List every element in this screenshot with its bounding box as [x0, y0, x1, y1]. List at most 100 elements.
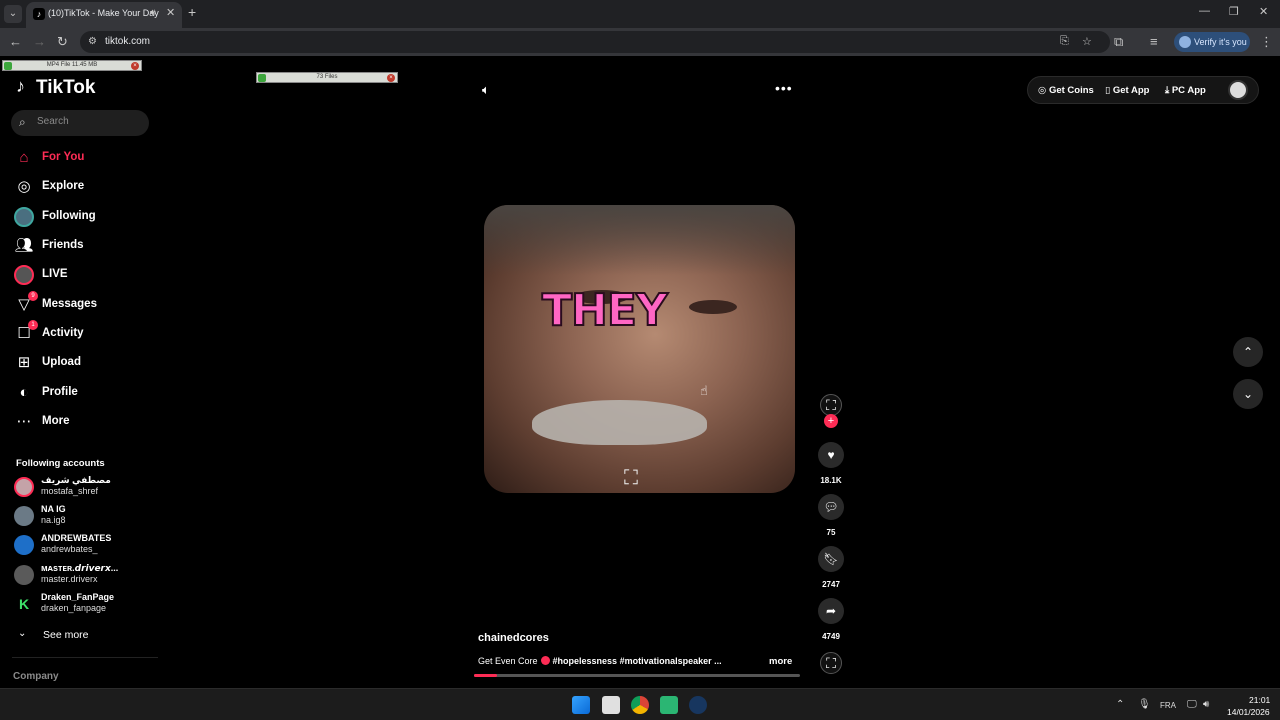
- browser-tab[interactable]: ♪ (10)TikTok - Make Your Day 🔊︎ ✕: [26, 2, 182, 28]
- hashtags[interactable]: #hopelessness #motivationalspeaker ...: [553, 656, 722, 666]
- tab-search-icon[interactable]: ⌄: [4, 5, 22, 23]
- verify-button[interactable]: Verify it's you: [1174, 32, 1250, 52]
- account-name: Draken_FanPage: [41, 592, 115, 602]
- reload-icon[interactable]: ↻: [57, 34, 68, 50]
- next-video-button[interactable]: ⌄: [1233, 379, 1263, 409]
- download-app-icon: [4, 62, 12, 70]
- save-button[interactable]: 🔖︎: [818, 546, 844, 572]
- music-disc-icon[interactable]: ⛶: [820, 652, 842, 674]
- like-button[interactable]: ♥: [818, 442, 844, 468]
- nav-live[interactable]: LIVE: [14, 263, 154, 287]
- author-avatar[interactable]: ⛶: [820, 394, 842, 416]
- browser-toolbar: ← → ↻ ⚙ tiktok.com ⎘ ☆ ⧉ ≡ Verify it's y…: [0, 28, 1280, 56]
- video-frame: [689, 300, 737, 314]
- comment-button[interactable]: 💬︎: [818, 494, 844, 520]
- close-icon[interactable]: ×: [131, 62, 139, 70]
- account-item[interactable]: K Draken_FanPage draken_fanpage: [14, 591, 154, 617]
- microphone-icon[interactable]: 🎙︎: [1138, 699, 1151, 710]
- nav-profile[interactable]: ◐ Profile: [14, 381, 154, 405]
- reading-list-icon[interactable]: ≡: [1150, 34, 1158, 49]
- chrome-icon[interactable]: [631, 696, 649, 714]
- clock-date[interactable]: 14/01/2026: [1227, 707, 1270, 717]
- close-window-icon[interactable]: ✕: [1259, 5, 1268, 18]
- kebab-icon[interactable]: ⋮: [1260, 34, 1273, 50]
- like-count: 18.1K: [820, 476, 842, 485]
- search-input[interactable]: [37, 116, 143, 127]
- avatar: [14, 477, 34, 497]
- nav-label: Activity: [42, 327, 84, 339]
- url-text[interactable]: tiktok.com: [105, 36, 150, 47]
- nav-for-you[interactable]: ⌂ For You: [14, 146, 154, 170]
- minimize-icon[interactable]: —: [1199, 5, 1210, 17]
- address-bar[interactable]: ⚙ tiktok.com ⎘ ☆: [80, 31, 1110, 53]
- language-indicator[interactable]: FRA: [1160, 701, 1176, 710]
- see-more-label: See more: [43, 629, 89, 641]
- bookmark-icon: 🔖︎: [823, 552, 839, 566]
- emoji-icon: [540, 656, 550, 665]
- account-item[interactable]: مصطفي شريف mostafa_shref: [14, 474, 154, 500]
- more-options-icon[interactable]: •••: [775, 80, 793, 96]
- profile-avatar[interactable]: [1228, 80, 1248, 100]
- close-icon[interactable]: ✕: [166, 6, 175, 19]
- share-icon: ➦: [825, 604, 837, 618]
- forward-icon[interactable]: →: [33, 34, 46, 49]
- taskbar: ⌃ 🎙︎ FRA 🖵︎ 🔊︎ 21:01 14/01/2026: [0, 688, 1280, 720]
- close-icon[interactable]: ×: [387, 74, 395, 82]
- nav-label: Explore: [42, 180, 85, 192]
- account-avatar: [1179, 36, 1191, 48]
- network-icon[interactable]: 🖵︎: [1187, 699, 1197, 710]
- chevron-up-icon[interactable]: ⌃: [1116, 699, 1124, 710]
- messages-badge: 9: [28, 291, 38, 301]
- plus-icon[interactable]: +: [188, 4, 196, 20]
- windows-start-icon[interactable]: [572, 696, 590, 714]
- browser-tab-bar: ⌄ ♪ (10)TikTok - Make Your Day 🔊︎ ✕ + — …: [0, 0, 1280, 28]
- account-name: ANDREWBATES: [41, 533, 112, 543]
- creator-logo-icon: ⛶: [624, 467, 638, 489]
- speaker-icon[interactable]: 🔊︎: [1203, 699, 1209, 710]
- share-button[interactable]: ➦: [818, 598, 844, 624]
- nav-upload[interactable]: ⊞ Upload: [14, 351, 154, 375]
- site-info-icon[interactable]: ⚙: [88, 36, 97, 47]
- download-overlay[interactable]: MP4 File 11.45 MB ×: [2, 60, 142, 71]
- get-app-button[interactable]: ▯ Get App: [1105, 85, 1149, 96]
- install-icon[interactable]: ⎘: [1060, 35, 1069, 48]
- nav-messages[interactable]: ▽ 9 Messages: [14, 291, 154, 317]
- volume-icon[interactable]: 🔈︎: [482, 82, 490, 98]
- nav-following[interactable]: Following: [14, 205, 154, 229]
- company-link[interactable]: Company: [13, 671, 59, 682]
- files-overlay[interactable]: 73 Files ×: [256, 72, 398, 83]
- star-icon[interactable]: ☆: [1082, 35, 1092, 48]
- restore-icon[interactable]: ❐: [1229, 5, 1239, 18]
- nav-explore[interactable]: ◎ Explore: [14, 175, 154, 199]
- account-item[interactable]: ᴍᴀsᴛᴇʀ.𝙙𝙧𝙞𝙫𝙚𝙧𝙭... master.driverx: [14, 562, 154, 588]
- extensions-icon[interactable]: ⧉: [1114, 34, 1123, 50]
- share-count: 4749: [822, 632, 840, 641]
- follow-plus-icon[interactable]: +: [824, 414, 838, 428]
- heart-icon: ♥: [827, 448, 835, 462]
- hand-cursor-icon: ☝: [700, 383, 708, 398]
- video-player[interactable]: THEY ⛶: [484, 205, 795, 493]
- nav-activity[interactable]: ☐ 1 Activity: [14, 320, 154, 346]
- account-item[interactable]: NA IG na.ig8: [14, 503, 154, 529]
- nav-friends[interactable]: 👥︎ Friends: [14, 234, 154, 258]
- clock-time[interactable]: 21:01: [1249, 695, 1270, 705]
- see-more-button[interactable]: ⌄ See more: [18, 628, 138, 642]
- nav-label: Following: [42, 210, 96, 222]
- steam-icon[interactable]: [689, 696, 707, 714]
- previous-video-button[interactable]: ⌃: [1233, 337, 1263, 367]
- back-icon[interactable]: ←: [9, 34, 22, 49]
- android-studio-icon[interactable]: [660, 696, 678, 714]
- file-explorer-icon[interactable]: [602, 696, 620, 714]
- header-actions: ◎ Get Coins ▯ Get App ⤓ PC App: [1027, 76, 1259, 104]
- account-item[interactable]: ANDREWBATES andrewbates_: [14, 532, 154, 558]
- home-icon: ⌂: [19, 149, 29, 166]
- search-box[interactable]: ⌕: [11, 110, 149, 136]
- get-coins-button[interactable]: ◎ Get Coins: [1038, 85, 1094, 96]
- nav-label: Profile: [42, 386, 78, 398]
- pc-app-button[interactable]: ⤓ PC App: [1165, 85, 1206, 96]
- more-link[interactable]: more: [769, 656, 792, 667]
- audio-icon[interactable]: 🔊︎: [150, 7, 156, 18]
- author-username[interactable]: chainedcores: [478, 632, 549, 644]
- nav-more[interactable]: ⋯ More: [14, 410, 154, 434]
- video-progress-bar[interactable]: [474, 674, 800, 677]
